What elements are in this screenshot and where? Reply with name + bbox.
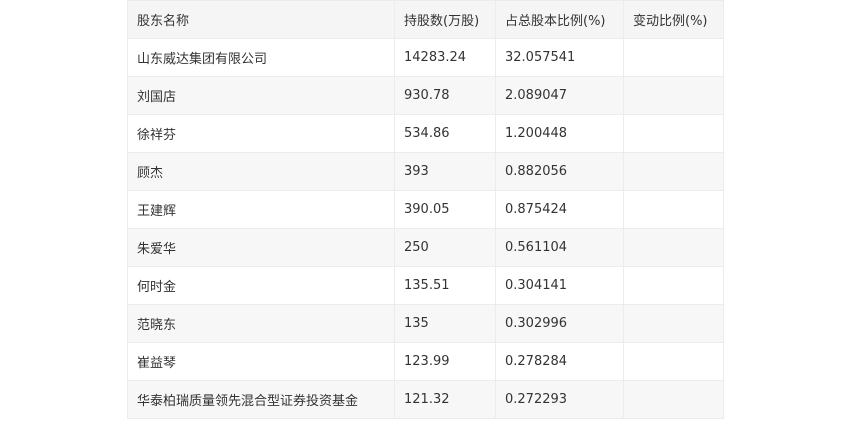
cell-share-ratio: 0.882056	[495, 152, 624, 191]
table-row: 王建辉 390.05 0.875424	[127, 190, 724, 229]
table-row: 徐祥芬 534.86 1.200448	[127, 114, 724, 153]
cell-shares-held: 930.78	[394, 76, 496, 115]
header-shareholder-name: 股东名称	[127, 0, 395, 39]
cell-share-ratio: 0.302996	[495, 304, 624, 343]
cell-change-ratio	[623, 38, 724, 77]
table-row: 刘国店 930.78 2.089047	[127, 76, 724, 115]
cell-shareholder-name: 顾杰	[127, 152, 395, 191]
table-row: 顾杰 393 0.882056	[127, 152, 724, 191]
cell-share-ratio: 0.561104	[495, 228, 624, 267]
cell-shares-held: 135.51	[394, 266, 496, 305]
cell-change-ratio	[623, 380, 724, 419]
cell-share-ratio: 2.089047	[495, 76, 624, 115]
cell-shareholder-name: 王建辉	[127, 190, 395, 229]
table-row: 范晓东 135 0.302996	[127, 304, 724, 343]
cell-share-ratio: 0.875424	[495, 190, 624, 229]
shareholder-table: 股东名称 持股数(万股) 占总股本比例(%) 变动比例(%) 山东威达集团有限公…	[127, 0, 724, 419]
cell-share-ratio: 0.304141	[495, 266, 624, 305]
cell-shareholder-name: 华泰柏瑞质量领先混合型证券投资基金	[127, 380, 395, 419]
cell-shares-held: 121.32	[394, 380, 496, 419]
cell-shareholder-name: 山东威达集团有限公司	[127, 38, 395, 77]
cell-shareholder-name: 崔益琴	[127, 342, 395, 381]
cell-change-ratio	[623, 342, 724, 381]
cell-change-ratio	[623, 76, 724, 115]
header-shares-held: 持股数(万股)	[394, 0, 496, 39]
cell-change-ratio	[623, 190, 724, 229]
cell-change-ratio	[623, 266, 724, 305]
cell-shareholder-name: 何时金	[127, 266, 395, 305]
table-row: 山东威达集团有限公司 14283.24 32.057541	[127, 38, 724, 77]
table-row: 朱爱华 250 0.561104	[127, 228, 724, 267]
cell-shareholder-name: 徐祥芬	[127, 114, 395, 153]
table-row: 何时金 135.51 0.304141	[127, 266, 724, 305]
cell-change-ratio	[623, 228, 724, 267]
cell-shareholder-name: 朱爱华	[127, 228, 395, 267]
table-header-row: 股东名称 持股数(万股) 占总股本比例(%) 变动比例(%)	[127, 0, 724, 39]
cell-share-ratio: 32.057541	[495, 38, 624, 77]
header-change-ratio: 变动比例(%)	[623, 0, 724, 39]
cell-share-ratio: 0.272293	[495, 380, 624, 419]
header-share-ratio: 占总股本比例(%)	[495, 0, 624, 39]
cell-shares-held: 123.99	[394, 342, 496, 381]
cell-shares-held: 250	[394, 228, 496, 267]
cell-shares-held: 393	[394, 152, 496, 191]
cell-share-ratio: 1.200448	[495, 114, 624, 153]
cell-change-ratio	[623, 304, 724, 343]
cell-shareholder-name: 范晓东	[127, 304, 395, 343]
cell-change-ratio	[623, 114, 724, 153]
table-row: 崔益琴 123.99 0.278284	[127, 342, 724, 381]
table-row: 华泰柏瑞质量领先混合型证券投资基金 121.32 0.272293	[127, 380, 724, 419]
cell-change-ratio	[623, 152, 724, 191]
shareholder-table-container: 股东名称 持股数(万股) 占总股本比例(%) 变动比例(%) 山东威达集团有限公…	[127, 0, 724, 419]
cell-share-ratio: 0.278284	[495, 342, 624, 381]
cell-shares-held: 390.05	[394, 190, 496, 229]
cell-shares-held: 135	[394, 304, 496, 343]
cell-shareholder-name: 刘国店	[127, 76, 395, 115]
cell-shares-held: 14283.24	[394, 38, 496, 77]
cell-shares-held: 534.86	[394, 114, 496, 153]
